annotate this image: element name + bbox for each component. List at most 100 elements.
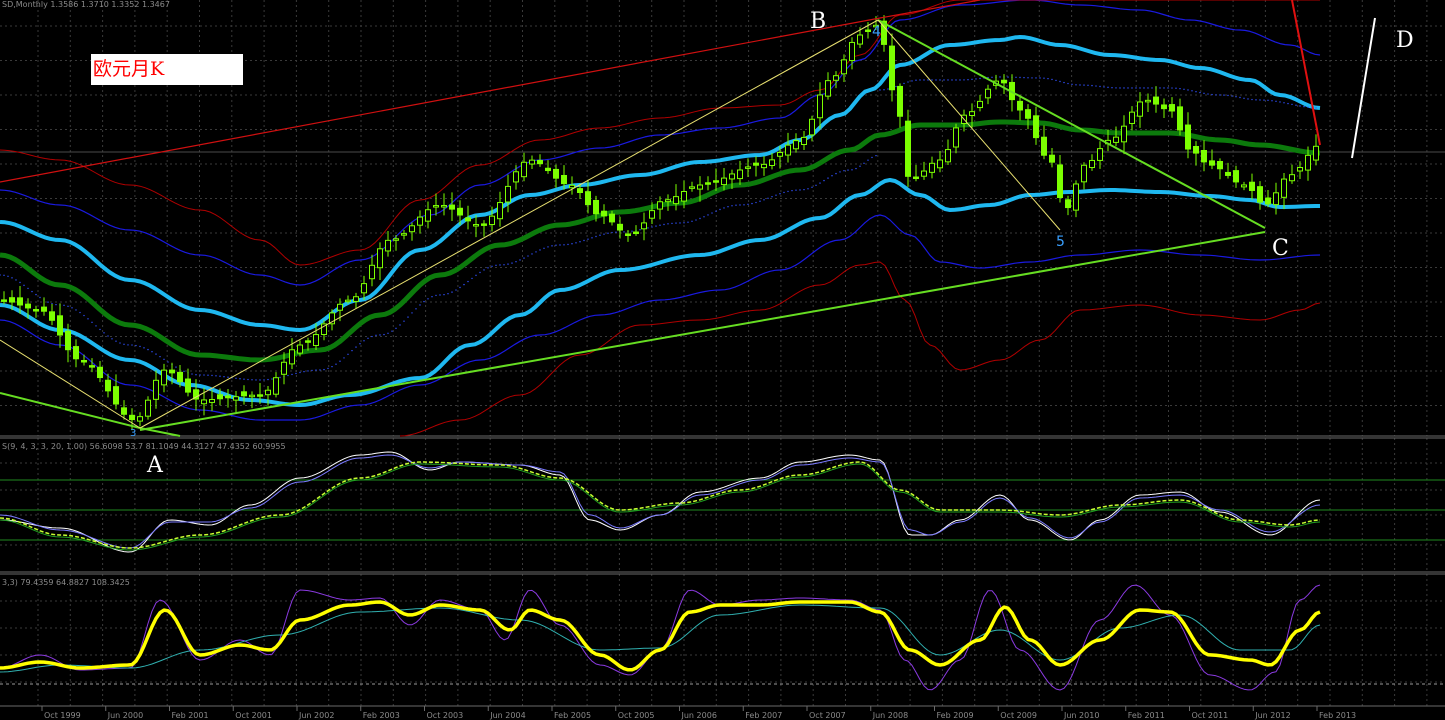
sar-dot [623,231,625,233]
sar-dot [959,79,961,81]
candle-body [1161,104,1167,110]
candle-body [1225,171,1231,176]
sar-dot [711,212,713,214]
sar-dot [95,325,97,327]
sar-dot [359,343,361,345]
sar-dot [1171,87,1173,89]
x-tick-label: Feb 2013 [1319,711,1356,720]
sar-dot [395,327,397,330]
sar-dot [331,365,333,368]
sar-dot [443,293,445,296]
sar-dot [519,259,521,261]
candle-body [665,199,671,203]
sar-dot [1235,96,1237,98]
sar-dot [571,243,573,245]
candle-body [401,233,407,236]
sar-dot [411,312,413,314]
sar-dot [523,257,525,259]
sar-dot [1243,97,1245,99]
sar-dot [127,344,129,346]
outer-upper-band [0,0,1321,286]
candle-body [41,306,47,312]
candle-body [633,231,639,235]
candle-body [777,152,783,157]
sar-dot [647,227,649,229]
sar-dot [203,374,205,376]
sar-dot [183,370,185,372]
sar-dot [495,264,497,267]
sar-dot [791,189,793,192]
sar-dot [403,320,405,322]
candle-body [113,386,119,405]
candle-body [1241,184,1247,188]
candle-body [1137,101,1143,117]
sar-dot [279,376,281,379]
candle-body [305,340,311,343]
candle-body [17,297,23,306]
candle-body [1185,124,1191,150]
sar-dot [3,274,5,277]
candle-body [553,168,559,179]
sar-dot [63,304,65,307]
sar-dot [1223,94,1225,96]
candle-body [1065,199,1071,209]
sar-dot [767,197,769,199]
fib-line-ab [139,19,879,429]
sar-dot [291,373,293,376]
sar-dot [31,290,33,293]
sar-dot [39,296,41,299]
sar-dot [1067,82,1069,85]
sar-dot [991,76,993,78]
wave-label-d: D [1396,28,1414,53]
sar-dot [1055,79,1057,82]
sar-dot [1135,87,1137,89]
candle-body [1233,170,1239,183]
sar-dot [1291,103,1293,106]
candle-body [161,369,167,386]
sar-dot [723,207,725,209]
chart-title-box: 欧元月K [91,54,243,85]
candle-body [561,175,567,185]
sar-dot [659,224,661,226]
sar-dot [719,208,721,211]
sar-dot [319,369,321,371]
candle-body [785,144,791,156]
stoch-d-line [0,454,1321,549]
candle-body [441,204,447,208]
sar-dot [1023,76,1025,79]
x-tick-label: Feb 2007 [745,711,782,720]
sar-dot [1187,89,1189,91]
candle-body [1153,96,1159,105]
candle-body [1097,148,1103,161]
candle-body [1,299,7,302]
sar-dot [839,171,841,173]
sar-dot [191,373,193,375]
sar-dot [879,89,881,91]
sar-dot [335,363,337,365]
candle-body [849,41,855,62]
sar-dot [515,260,517,263]
sar-dot [295,372,297,375]
sar-dot [471,277,473,280]
candle-body [585,191,591,206]
candle-body [337,303,343,311]
sar-dot [247,378,249,381]
sar-dot [1199,91,1201,94]
sar-dot [379,334,381,336]
sar-dot [1035,77,1037,79]
sar-dot [1099,85,1101,88]
candle-body [409,225,415,233]
sar-dot [1207,93,1209,95]
sar-dot [207,374,209,376]
sar-dot [855,167,857,170]
sar-dot [667,223,669,225]
sar-dot [19,281,21,284]
sar-dot [367,337,369,340]
candle-body [57,315,63,336]
candle-body [73,346,79,360]
sar-dot [91,321,93,324]
sar-dot [547,246,549,248]
candle-body [1177,106,1183,131]
candle-body [257,394,263,397]
sar-dot [1271,100,1273,102]
